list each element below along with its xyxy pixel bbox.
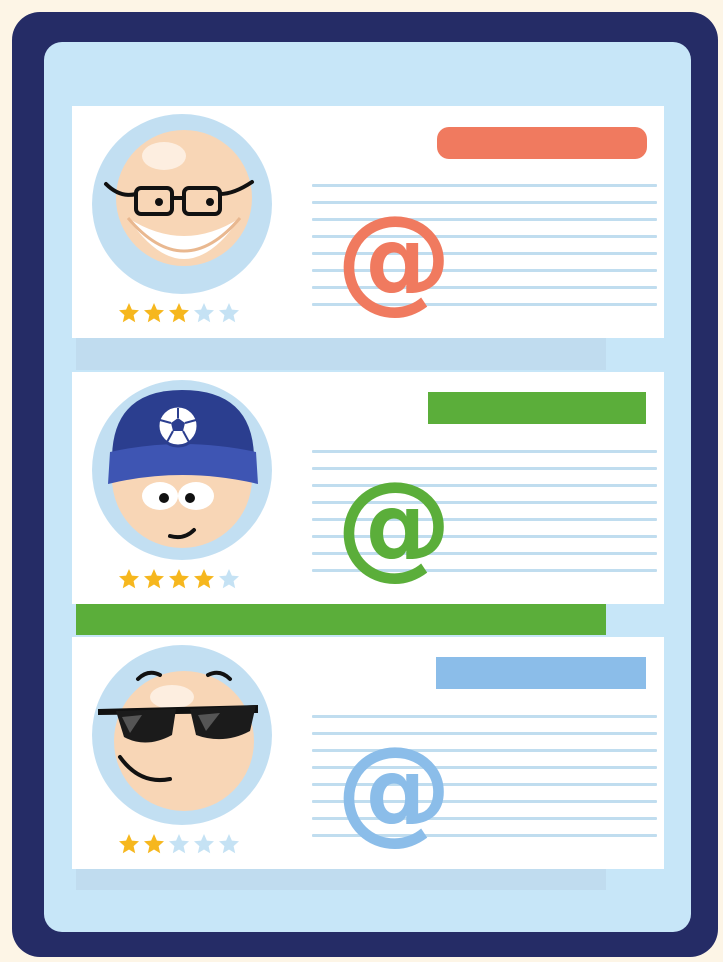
star-empty-icon: [219, 569, 239, 589]
star-empty-icon: [219, 303, 239, 323]
profile-card-3[interactable]: @: [72, 637, 664, 869]
soccer-cap-avatar-icon: [92, 380, 272, 560]
star-filled-icon: [169, 303, 189, 323]
name-bar: [436, 657, 646, 689]
star-empty-icon: [169, 834, 189, 854]
rating-stars: [118, 568, 240, 590]
star-filled-icon: [144, 569, 164, 589]
star-empty-icon: [194, 834, 214, 854]
star-filled-icon: [194, 569, 214, 589]
profile-card-2[interactable]: @: [72, 372, 664, 604]
star-empty-icon: [219, 834, 239, 854]
card-divider-band: [76, 338, 606, 370]
rating-stars: [118, 302, 240, 324]
star-filled-icon: [119, 303, 139, 323]
at-sign-icon[interactable]: @: [334, 467, 454, 583]
at-sign-icon[interactable]: @: [334, 201, 454, 317]
rating-stars: [118, 833, 240, 855]
profile-card-1[interactable]: @: [72, 106, 664, 338]
name-bar: [437, 127, 647, 159]
star-filled-icon: [144, 303, 164, 323]
card-divider-band: [76, 868, 606, 890]
sunglasses-avatar-icon: [92, 645, 272, 825]
star-filled-icon: [144, 834, 164, 854]
at-sign-icon[interactable]: @: [334, 732, 454, 848]
star-filled-icon: [119, 834, 139, 854]
name-bar: [428, 392, 646, 424]
star-filled-icon: [169, 569, 189, 589]
star-filled-icon: [119, 569, 139, 589]
card-divider-band-highlight: [76, 603, 606, 635]
star-empty-icon: [194, 303, 214, 323]
bald-man-glasses-avatar-icon: [92, 114, 272, 294]
